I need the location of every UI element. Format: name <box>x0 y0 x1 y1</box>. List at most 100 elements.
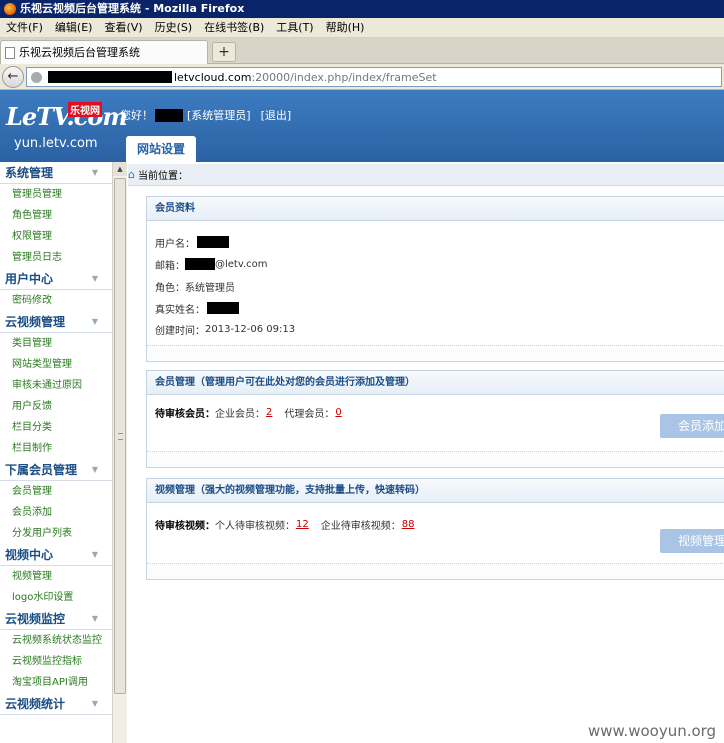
menu-edit[interactable]: 编辑(E) <box>49 18 99 38</box>
sidebar-item-reject-reasons[interactable]: 审核未通过原因 <box>0 375 112 396</box>
enterprise-video-count-link[interactable]: 88 <box>402 519 415 530</box>
menu-history[interactable]: 历史(S) <box>149 18 199 38</box>
chevron-down-icon: ▼ <box>91 699 98 708</box>
logo-mark: LeTV.com <box>6 102 128 131</box>
redacted-username <box>155 108 183 122</box>
agent-member-count-link[interactable]: 0 <box>335 407 341 418</box>
member-panel-title: 会员管理（管理用户可在此处对您的会员进行添加及管理） <box>147 371 724 395</box>
pending-videos-line: 待审核视频： 个人待审核视频： 12 企业待审核视频： 88 <box>155 519 415 532</box>
member-management-panel: 会员管理（管理用户可在此处对您的会员进行添加及管理） 待审核会员： 企业会员： … <box>146 370 724 468</box>
chevron-down-icon: ▼ <box>91 614 98 623</box>
personal-video-count-link[interactable]: 12 <box>296 519 309 530</box>
scroll-up-arrow-icon[interactable]: ▲ <box>113 162 127 176</box>
firefox-icon <box>4 3 16 15</box>
sidebar-item-user-feedback[interactable]: 用户反馈 <box>0 396 112 417</box>
sidebar-item-member-manage[interactable]: 会员管理 <box>0 481 112 502</box>
menu-file[interactable]: 文件(F) <box>0 18 49 38</box>
profile-panel-title: 会员资料 <box>147 197 724 221</box>
panel-footer <box>147 451 724 467</box>
video-panel-title: 视频管理（强大的视频管理功能，支持批量上传，快速转码） <box>147 479 724 503</box>
sidebar-item-site-type-manage[interactable]: 网站类型管理 <box>0 354 112 375</box>
breadcrumb: ⌂ 当前位置： <box>128 164 724 186</box>
logo-subtitle: yun.letv.com <box>14 136 98 151</box>
url-path: :20000/index.php/index/frameSet <box>251 70 437 84</box>
sidebar-item-column-category[interactable]: 栏目分类 <box>0 417 112 438</box>
navigation-bar: ← letvcloud.com :20000/index.php/index/f… <box>0 64 724 90</box>
sidebar-section-statistics[interactable]: 云视频统计 ▼ <box>0 693 112 715</box>
video-manage-button[interactable]: 视频管理 <box>660 529 724 553</box>
page-icon <box>5 46 15 59</box>
sidebar-item-permission-manage[interactable]: 权限管理 <box>0 226 112 247</box>
redacted-email-value <box>185 258 215 270</box>
sidebar-item-logo-watermark[interactable]: logo水印设置 <box>0 587 112 608</box>
profile-role-row: 角色： 系统管理员 <box>155 282 235 294</box>
main-content: ⌂ 当前位置： 会员资料 用户名： 邮箱： @letv.com 角色： 系统管理… <box>128 162 724 743</box>
chevron-down-icon: ▼ <box>91 465 98 474</box>
menu-bookmarks[interactable]: 在线书签(B) <box>198 18 270 38</box>
sidebar-item-password-change[interactable]: 密码修改 <box>0 290 112 311</box>
browser-tab[interactable]: 乐视云视频后台管理系统 <box>0 40 208 64</box>
tab-site-settings[interactable]: 网站设置 <box>126 136 196 162</box>
profile-created-row: 创建时间： 2013-12-06 09:13 <box>155 323 296 337</box>
letv-logo: LeTV.com 乐视网 yun.letv.com <box>6 100 128 156</box>
member-add-button[interactable]: 会员添加 <box>660 414 724 438</box>
sidebar-section-video-center[interactable]: 视频中心 ▼ <box>0 544 112 566</box>
sidebar-section-system[interactable]: 系统管理 ▼ <box>0 162 112 184</box>
logout-link[interactable]: [退出] <box>261 107 292 123</box>
user-greeting: 您好！ [系统管理员] [退出] <box>120 107 291 123</box>
sidebar-item-monitor-metrics[interactable]: 云视频监控指标 <box>0 651 112 672</box>
breadcrumb-label: 当前位置： <box>137 171 188 182</box>
sidebar-section-member[interactable]: 下属会员管理 ▼ <box>0 459 112 481</box>
sidebar-item-taobao-api[interactable]: 淘宝项目API调用 <box>0 672 112 693</box>
sidebar-item-member-add[interactable]: 会员添加 <box>0 502 112 523</box>
menu-tools[interactable]: 工具(T) <box>270 18 319 38</box>
sidebar-item-video-manage[interactable]: 视频管理 <box>0 566 112 587</box>
profile-panel: 会员资料 用户名： 邮箱： @letv.com 角色： 系统管理员 真实姓名： … <box>146 196 724 362</box>
sidebar-section-monitor[interactable]: 云视频监控 ▼ <box>0 608 112 630</box>
sidebar-item-admin-manage[interactable]: 管理员管理 <box>0 184 112 205</box>
redacted-realname-value <box>207 302 239 314</box>
scrollbar-thumb[interactable] <box>114 178 126 694</box>
sidebar-section-cloud-video[interactable]: 云视频管理 ▼ <box>0 311 112 333</box>
window-title: 乐视云视频后台管理系统 - Mozilla Firefox <box>20 2 245 15</box>
sidebar-scrollbar[interactable]: ▲ <box>112 162 127 743</box>
tab-title: 乐视云视频后台管理系统 <box>19 45 140 59</box>
redacted-username-value <box>197 236 229 248</box>
redacted-url-prefix <box>48 71 172 83</box>
new-tab-button[interactable]: + <box>212 42 236 62</box>
sidebar-item-system-status[interactable]: 云视频系统状态监控 <box>0 630 112 651</box>
sidebar-item-column-make[interactable]: 栏目制作 <box>0 438 112 459</box>
profile-email-row: 邮箱： @letv.com <box>155 258 268 272</box>
sidebar-item-distribution-users[interactable]: 分发用户列表 <box>0 523 112 544</box>
app-header: LeTV.com 乐视网 yun.letv.com 您好！ [系统管理员] [退… <box>0 90 724 162</box>
enterprise-member-count-link[interactable]: 2 <box>266 407 272 418</box>
home-icon: ⌂ <box>128 168 135 181</box>
site-identity-icon[interactable] <box>31 71 42 83</box>
chevron-down-icon: ▼ <box>91 550 98 559</box>
profile-realname-row: 真实姓名： <box>155 301 239 316</box>
tab-bar: 乐视云视频后台管理系统 + <box>0 38 724 64</box>
grip-icon <box>118 433 123 440</box>
pending-members-line: 待审核会员： 企业会员： 2 代理会员： 0 <box>155 407 342 420</box>
sidebar-item-admin-log[interactable]: 管理员日志 <box>0 247 112 268</box>
url-host: letvcloud.com <box>174 70 252 84</box>
chevron-down-icon: ▼ <box>91 317 98 326</box>
sidebar-item-category-manage[interactable]: 类目管理 <box>0 333 112 354</box>
menu-view[interactable]: 查看(V) <box>98 18 148 38</box>
sidebar-item-role-manage[interactable]: 角色管理 <box>0 205 112 226</box>
panel-footer <box>147 563 724 579</box>
menu-help[interactable]: 帮助(H) <box>320 18 371 38</box>
watermark: www.wooyun.org <box>588 722 717 740</box>
menu-bar: 文件(F) 编辑(E) 查看(V) 历史(S) 在线书签(B) 工具(T) 帮助… <box>0 18 724 38</box>
chevron-down-icon: ▼ <box>91 274 98 283</box>
back-button[interactable]: ← <box>2 66 24 88</box>
profile-username-row: 用户名： <box>155 235 229 250</box>
sidebar: 系统管理 ▼ 管理员管理 角色管理 权限管理 管理员日志 用户中心 ▼ 密码修改 云… <box>0 162 112 743</box>
role-link[interactable]: [系统管理员] <box>187 107 251 123</box>
video-management-panel: 视频管理（强大的视频管理功能，支持批量上传，快速转码） 待审核视频： 个人待审核… <box>146 478 724 580</box>
url-bar[interactable]: letvcloud.com :20000/index.php/index/fra… <box>26 67 722 87</box>
logo-cn: 乐视网 <box>68 102 102 117</box>
chevron-down-icon: ▼ <box>91 168 98 177</box>
window-titlebar: 乐视云视频后台管理系统 - Mozilla Firefox <box>0 0 724 18</box>
sidebar-section-user-center[interactable]: 用户中心 ▼ <box>0 268 112 290</box>
